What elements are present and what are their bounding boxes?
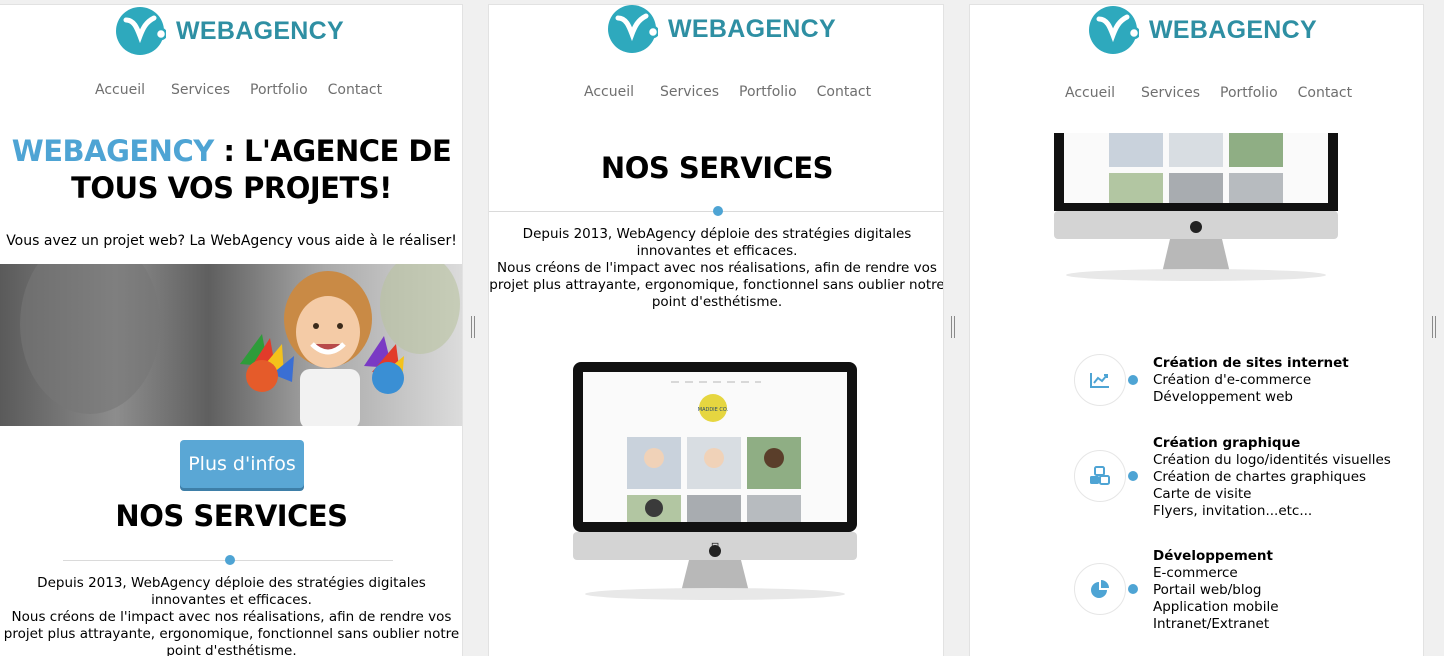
preview-panel-3: WEBAGENCY Accueil Services Portfolio Con… [969,4,1424,656]
hero-title: WEBAGENCY : L'AGENCE DE TOUS VOS PROJETS… [0,133,462,207]
services-description: Depuis 2013, WebAgency déploie des strat… [489,226,944,311]
divider-dot [225,555,235,565]
service-line: Flyers, invitation...etc... [1153,503,1313,519]
nav-accueil[interactable]: Accueil [95,82,145,98]
nav-accueil[interactable]: Accueil [584,84,634,100]
nav-contact[interactable]: Contact [328,82,382,98]
services-description-1: Depuis 2013, WebAgency déploie des strat… [37,575,426,608]
service-dot [1128,584,1138,594]
child-painted-hands-image [0,264,462,426]
preview-panel-1: WEBAGENCY Accueil Services Portfolio Con… [0,4,463,656]
logo-text: WEBAGENCY [176,16,344,45]
panel-resize-handle-1[interactable] [470,316,476,338]
panel-resize-handle-2[interactable] [950,316,956,338]
service-line: Carte de visite [1153,486,1252,502]
logo-mark-icon [116,6,168,56]
services-description-2: Nous créons de l'impact avec nos réalisa… [489,260,944,310]
logo[interactable]: WEBAGENCY [1089,5,1317,55]
imac-mockup-image:  MADDIE CO. [571,362,861,607]
service-line: Création de chartes graphiques [1153,469,1367,485]
screen-logo-text: MADDIE CO. [698,407,729,413]
hero-title-brand: WEBAGENCY [11,134,215,168]
hero-image [0,264,462,426]
services-description: Depuis 2013, WebAgency déploie des strat… [0,575,462,656]
divider-dot [713,206,723,216]
preview-panel-2: WEBAGENCY Accueil Services Portfolio Con… [488,4,944,656]
nav-contact[interactable]: Contact [1298,85,1352,101]
logo-text: WEBAGENCY [668,14,836,43]
service-line: Création d'e-commerce [1153,372,1312,388]
services-description-1: Depuis 2013, WebAgency déploie des strat… [522,226,912,259]
services-description-2: Nous créons de l'impact avec nos réalisa… [3,609,460,656]
logo[interactable]: WEBAGENCY [116,6,344,56]
logo[interactable]: WEBAGENCY [608,5,836,54]
service-text: Création de sites internet Création d'e-… [1153,355,1349,406]
service-title: Création de sites internet [1153,355,1349,371]
service-dot [1128,471,1138,481]
services-title: NOS SERVICES [115,499,348,533]
service-title: Création graphique [1153,435,1301,451]
main-nav: Accueil Services Portfolio Contact [584,84,871,100]
panel-resize-handle-3[interactable] [1431,316,1437,338]
service-line: Création du logo/identités visuelles [1153,452,1391,468]
service-text: Développement E-commerce Portail web/blo… [1153,548,1279,633]
pie-chart-icon [1074,563,1126,615]
nav-portfolio[interactable]: Portfolio [1220,85,1278,101]
nav-contact[interactable]: Contact [817,84,871,100]
service-line: E-commerce [1153,565,1238,581]
nav-portfolio[interactable]: Portfolio [739,84,797,100]
service-line: Application mobile [1153,599,1279,615]
services-title: NOS SERVICES [600,151,834,185]
more-info-button[interactable]: Plus d'infos [180,440,304,488]
service-line: Développement web [1153,389,1293,405]
chart-icon [1074,354,1126,406]
logo-mark-icon [608,5,660,54]
logo-text: WEBAGENCY [1149,15,1317,44]
service-dot [1128,375,1138,385]
nav-accueil[interactable]: Accueil [1065,85,1115,101]
main-nav: Accueil Services Portfolio Contact [95,82,382,98]
logo-mark-icon [1089,5,1141,55]
nav-services[interactable]: Services [1141,85,1200,101]
main-nav: Accueil Services Portfolio Contact [1065,85,1352,101]
imac-mockup-image [1054,133,1338,286]
cubes-icon [1074,450,1126,502]
service-line: Portail web/blog [1153,582,1262,598]
service-text: Création graphique Création du logo/iden… [1153,435,1391,520]
service-title: Développement [1153,548,1273,564]
nav-services[interactable]: Services [171,82,230,98]
service-line: Intranet/Extranet [1153,616,1270,632]
hero-subtitle: Vous avez un projet web? La WebAgency vo… [6,233,457,249]
nav-services[interactable]: Services [660,84,719,100]
nav-portfolio[interactable]: Portfolio [250,82,308,98]
